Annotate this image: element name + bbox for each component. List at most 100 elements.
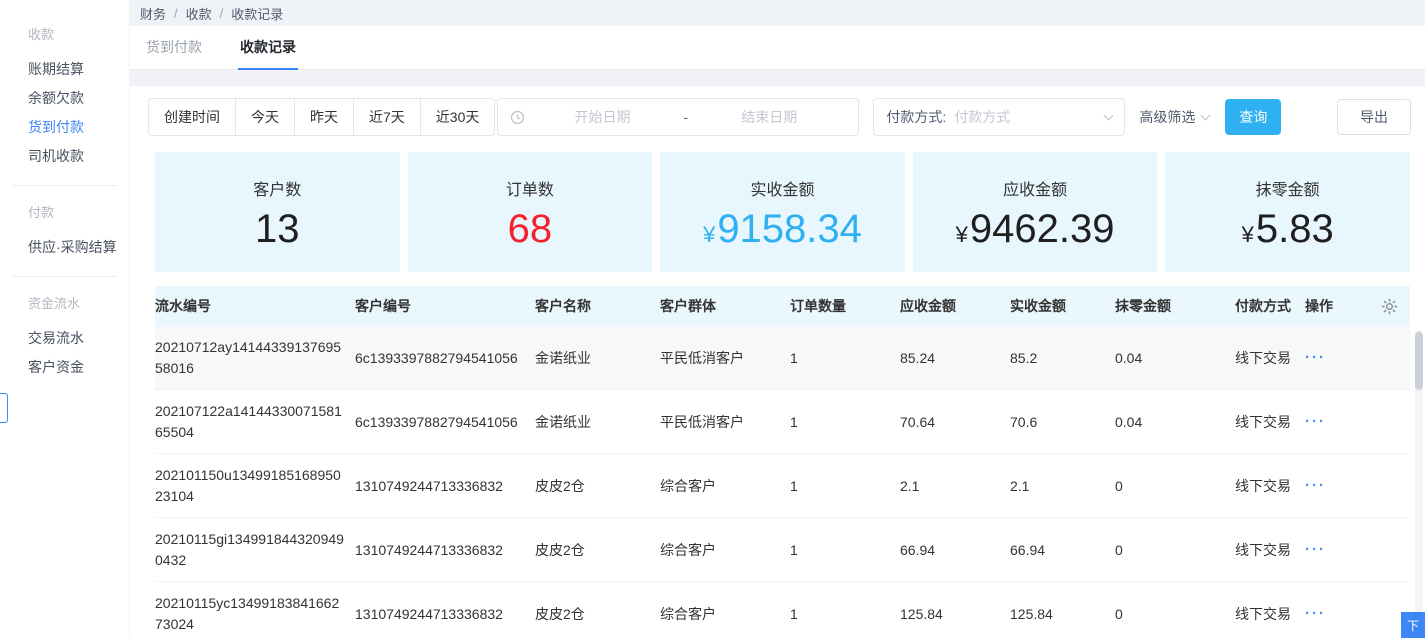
- cell-payment_method: 线下交易: [1235, 349, 1291, 366]
- column-header-3[interactable]: 客户群体: [660, 296, 790, 316]
- cell-customer_name: 金诺纸业: [535, 413, 591, 430]
- main-content: 财务 / 收款 / 收款记录 货到付款 收款记录 创建时间 今天 昨天 近7天 近30天 开始日…: [130, 0, 1425, 638]
- cell-order_count: 1: [790, 541, 798, 558]
- cell-serial: 202107122a1414433007158165504: [155, 402, 342, 440]
- cell-customer_group: 综合客户: [660, 477, 716, 494]
- table-header-row: 流水编号 客户编号 客户名称 客户群体 订单数量 应收金额 实收金额 抹零金额 付款方式 操作: [155, 286, 1410, 326]
- content-panel: 创建时间 今天 昨天 近7天 近30天 开始日期 - 结束日期 付款方式: 付款方式: [130, 86, 1425, 638]
- cell-order_count: 1: [790, 349, 798, 366]
- quick-range-button-0[interactable]: 今天: [235, 98, 295, 136]
- payment-method-label: 付款方式:: [886, 109, 947, 125]
- sidebar-sections: 收款 账期结算 余额欠款 货到付款 司机收款 付款 供应·采购结算 资金流水 交易流水 客户资金: [0, 24, 129, 382]
- scrollbar-thumb[interactable]: [1415, 332, 1423, 390]
- stat-label: 订单数: [505, 181, 554, 199]
- stat-label: 抹零金额: [1255, 181, 1320, 199]
- sidebar-item-0-3[interactable]: 司机收款: [0, 142, 129, 171]
- vertical-scrollbar[interactable]: [1415, 330, 1423, 636]
- sidebar-item-0-0[interactable]: 账期结算: [0, 55, 129, 84]
- filter-toolbar: 创建时间 今天 昨天 近7天 近30天 开始日期 - 结束日期 付款方式: 付款方式: [130, 86, 1425, 148]
- date-range-separator: -: [683, 109, 689, 125]
- clock-icon: [510, 110, 525, 125]
- cell-rounding: 0.04: [1115, 413, 1143, 430]
- stat-card-0: 客户数 13: [155, 152, 400, 272]
- cell-serial: 20210115gi1349918443209490432: [155, 530, 344, 568]
- date-range-picker[interactable]: 开始日期 - 结束日期: [497, 98, 860, 136]
- advanced-filter-toggle[interactable]: 高级筛选: [1139, 107, 1211, 127]
- quick-range-button-3[interactable]: 近30天: [419, 98, 496, 136]
- currency-symbol: ¥: [955, 221, 968, 247]
- cell-serial: 20210115yc1349918384166273024: [155, 594, 340, 632]
- cell-customer_name: 皮皮2仓: [535, 605, 585, 622]
- records-table: 流水编号 客户编号 客户名称 客户群体 订单数量 应收金额 实收金额 抹零金额 付款方式 操作 2…: [155, 286, 1410, 638]
- cell-customer_name: 皮皮2仓: [535, 541, 585, 558]
- tab-bar: 货到付款 收款记录: [130, 26, 1425, 70]
- cell-customer_group: 平民低消客户: [660, 413, 744, 430]
- start-date-placeholder[interactable]: 开始日期: [525, 107, 679, 127]
- cell-customer_name: 金诺纸业: [535, 349, 591, 366]
- table-row-3: 20210115gi1349918443209490432 13107492447…: [155, 518, 1410, 582]
- end-date-placeholder[interactable]: 结束日期: [692, 107, 846, 127]
- advanced-filter-label: 高级筛选: [1139, 109, 1196, 125]
- payment-method-select[interactable]: 付款方式: 付款方式: [873, 98, 1126, 136]
- cell-order_count: 1: [790, 477, 798, 494]
- stat-value: ¥9158.34: [703, 209, 862, 249]
- corner-button[interactable]: 下: [1401, 612, 1425, 638]
- table-body: 20210712ay1414433913769558016 6c139339788…: [155, 326, 1410, 638]
- breadcrumb-item-1[interactable]: 收款: [186, 4, 212, 23]
- table-row-2: 202101150u1349918516895023104 13107492447…: [155, 454, 1410, 518]
- quick-range-button-1[interactable]: 昨天: [294, 98, 354, 136]
- sidebar-item-0-2[interactable]: 货到付款: [0, 113, 129, 142]
- row-actions-button[interactable]: ···: [1305, 349, 1410, 366]
- cell-customer_no: 6c1393397882794541056: [355, 413, 518, 430]
- sidebar-item-0-1[interactable]: 余额欠款: [0, 84, 129, 113]
- cell-serial: 20210712ay1414433913769558016: [155, 338, 342, 376]
- create-time-label: 创建时间: [148, 98, 236, 136]
- sidebar-item-2-0[interactable]: 交易流水: [0, 324, 129, 353]
- cell-receivable: 70.64: [900, 413, 936, 430]
- export-button[interactable]: 导出: [1337, 99, 1411, 135]
- tab-0[interactable]: 货到付款: [144, 37, 204, 69]
- breadcrumb-item-0[interactable]: 财务: [140, 4, 166, 23]
- left-float-widget[interactable]: [0, 393, 8, 423]
- cell-receivable: 66.94: [900, 541, 936, 558]
- cell-received: 125.84: [1010, 605, 1053, 622]
- column-header-8[interactable]: 付款方式: [1235, 296, 1305, 316]
- date-quick-group: 创建时间 今天 昨天 近7天 近30天: [148, 98, 496, 136]
- stat-label: 客户数: [253, 181, 302, 199]
- row-actions-button[interactable]: ···: [1305, 605, 1410, 622]
- column-header-0[interactable]: 流水编号: [155, 296, 355, 316]
- cell-customer_no: 1310749244713336832: [355, 477, 503, 494]
- cell-order_count: 1: [790, 605, 798, 622]
- stat-card-4: 抹零金额 ¥5.83: [1165, 152, 1410, 272]
- tab-1[interactable]: 收款记录: [238, 37, 298, 70]
- sidebar-item-1-0[interactable]: 供应·采购结算: [0, 233, 129, 262]
- sidebar-item-2-1[interactable]: 客户资金: [0, 353, 129, 382]
- cell-order_count: 1: [790, 413, 798, 430]
- cell-payment_method: 线下交易: [1235, 605, 1291, 622]
- stat-card-1: 订单数 68: [407, 152, 653, 272]
- row-actions-button[interactable]: ···: [1305, 541, 1410, 558]
- column-header-6[interactable]: 实收金额: [1010, 296, 1115, 316]
- row-actions-button[interactable]: ···: [1305, 413, 1410, 430]
- cell-customer_no: 1310749244713336832: [355, 605, 503, 622]
- column-settings-gear-icon[interactable]: [1381, 298, 1398, 315]
- sidebar: 收款 账期结算 余额欠款 货到付款 司机收款 付款 供应·采购结算 资金流水 交易流水 客户资金: [0, 0, 130, 638]
- column-header-7[interactable]: 抹零金额: [1115, 296, 1235, 316]
- stat-number: 68: [507, 206, 553, 251]
- query-button[interactable]: 查询: [1225, 99, 1282, 135]
- column-header-5[interactable]: 应收金额: [900, 296, 1010, 316]
- column-header-2[interactable]: 客户名称: [535, 296, 660, 316]
- cell-customer_no: 1310749244713336832: [355, 541, 503, 558]
- quick-range-button-2[interactable]: 近7天: [353, 98, 421, 136]
- cell-rounding: 0: [1115, 541, 1123, 558]
- column-header-1[interactable]: 客户编号: [355, 296, 535, 316]
- sidebar-section-title-1: 付款: [28, 205, 55, 220]
- stat-card-3: 应收金额 ¥9462.39: [912, 152, 1158, 272]
- stat-value: ¥9462.39: [956, 209, 1115, 249]
- stat-value: 68: [508, 209, 553, 249]
- row-actions-button[interactable]: ···: [1305, 477, 1410, 494]
- breadcrumb-item-2: 收款记录: [231, 6, 284, 22]
- summary-cards: 客户数 13 订单数 68 实收金额 ¥9158.34 应收金额 ¥9462.39 抹零金额 ¥5…: [130, 148, 1425, 272]
- column-header-4[interactable]: 订单数量: [790, 296, 900, 316]
- stat-value: ¥5.83: [1242, 209, 1334, 249]
